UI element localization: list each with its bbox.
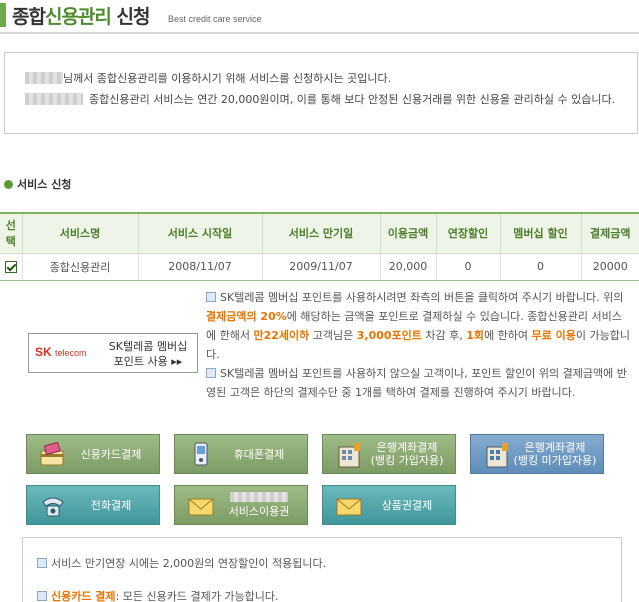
table-header-row: 선택 서비스명 서비스 시작일 서비스 만기일 이용금액 연장할인 멤버십 할인… xyxy=(0,212,639,253)
service-name-cell: 종합신용관리 xyxy=(21,252,138,281)
column-header: 서비스 시작일 xyxy=(137,212,262,253)
description-paragraph-2: SK텔레콤 멤버십 포인트를 사용하지 않으실 고객이나, 포인트 할인이 위의… xyxy=(206,367,627,399)
sk-membership-point-button[interactable]: SK telecom SK텔레콤 멤버십 포인트 사용 ▸▸ xyxy=(28,333,198,373)
envelope-icon xyxy=(188,498,214,516)
payment-label: 서비스이용권 xyxy=(215,486,303,524)
select-cell xyxy=(0,252,22,281)
column-header: 서비스명 xyxy=(21,212,138,253)
payment-label: 신용카드결제 xyxy=(80,447,142,461)
note-item: 신용카드 결제: 모든 신용카드 결제가 가능합니다. xyxy=(37,587,607,602)
page-title: 종합신용관리 신청 xyxy=(12,6,150,28)
title-accent-bar xyxy=(0,3,6,27)
payment-label: 전화결제 xyxy=(90,498,132,512)
start-date-cell: 2008/11/07 xyxy=(137,252,262,281)
total-amount-cell: 20000 xyxy=(580,252,639,281)
masked-brand-name xyxy=(229,492,288,502)
phone-payment-button[interactable]: 전화결제 xyxy=(26,485,160,525)
page-subtitle: Best credit care service xyxy=(168,14,262,24)
payment-label: 상품권결제 xyxy=(381,498,433,512)
column-header: 멤버십 할인 xyxy=(499,212,581,253)
end-date-cell: 2009/11/07 xyxy=(261,252,380,281)
mobile-payment-button[interactable]: 휴대폰결제 xyxy=(174,434,308,474)
intro-box: 님께서 종합신용관리를 이용하시기 위해 서비스를 신청하시는 곳입니다. 종합… xyxy=(4,52,638,134)
sk-button-label: SK텔레콤 멤버십 포인트 사용 ▸▸ xyxy=(108,340,188,368)
credit-card-icon xyxy=(40,442,64,466)
payment-label: 휴대폰결제 xyxy=(233,447,285,461)
intro-line-1: 님께서 종합신용관리를 이용하시기 위해 서비스를 신청하시는 곳입니다. xyxy=(25,68,617,89)
column-header: 이용금액 xyxy=(379,212,436,253)
payment-label: 은행계좌결제 (뱅킹 미가입자용) xyxy=(513,441,597,467)
column-header: 연장할인 xyxy=(435,212,500,253)
page-header: 종합신용관리 신청 Best credit care service xyxy=(0,0,639,36)
bank-transfer-nonmember-button[interactable]: 은행계좌결제 (뱅킹 미가입자용) xyxy=(470,434,604,474)
extension-discount-cell: 0 xyxy=(435,252,500,281)
section-title: 서비스 신청 xyxy=(4,176,71,192)
column-header: 결제금액 xyxy=(580,212,639,253)
mobile-phone-icon xyxy=(194,442,208,466)
telephone-icon xyxy=(42,497,64,517)
bullet-square-icon xyxy=(206,368,216,378)
amount-cell: 20,000 xyxy=(379,252,436,281)
masked-username xyxy=(25,93,83,105)
table-row: 종합신용관리 2008/11/07 2009/11/07 20,000 0 0 … xyxy=(0,252,639,281)
bullet-square-icon xyxy=(37,558,47,568)
column-header: 서비스 만기일 xyxy=(261,212,380,253)
payment-label: 은행계좌결제 (뱅킹 가입자용) xyxy=(370,441,444,467)
membership-description: SK텔레콤 멤버십 포인트를 사용하시려면 좌측의 버튼을 클릭하여 주시기 바… xyxy=(206,288,630,402)
bank-building-icon xyxy=(338,443,360,468)
envelope-icon xyxy=(336,498,362,516)
credit-card-payment-button[interactable]: 신용카드결제 xyxy=(26,434,160,474)
membership-discount-cell: 0 xyxy=(499,252,581,281)
bullet-dot-icon xyxy=(4,180,13,189)
bullet-square-icon xyxy=(37,591,47,601)
sk-telecom-logo: SK telecom xyxy=(35,345,87,359)
bank-transfer-member-button[interactable]: 은행계좌결제 (뱅킹 가입자용) xyxy=(322,434,456,474)
select-checkbox[interactable] xyxy=(4,261,17,273)
bullet-square-icon xyxy=(206,292,216,302)
header-divider xyxy=(0,32,639,34)
note-item: 서비스 만기연장 시에는 2,000원의 연장할인이 적용됩니다. xyxy=(37,554,607,574)
bank-building-icon xyxy=(486,443,508,468)
service-voucher-button[interactable]: 서비스이용권 xyxy=(174,485,308,525)
column-header: 선택 xyxy=(0,212,22,253)
masked-username xyxy=(25,72,63,84)
service-table: 선택 서비스명 서비스 시작일 서비스 만기일 이용금액 연장할인 멤버십 할인… xyxy=(0,212,639,281)
description-paragraph-1: SK텔레콤 멤버십 포인트를 사용하시려면 좌측의 버튼을 클릭하여 주시기 바… xyxy=(206,291,630,361)
notes-box: 서비스 만기연장 시에는 2,000원의 연장할인이 적용됩니다. 신용카드 결… xyxy=(22,537,622,602)
intro-line-2: 종합신용관리 서비스는 연간 20,000원이며, 이를 통해 보다 안정된 신… xyxy=(25,89,617,110)
gift-certificate-button[interactable]: 상품권결제 xyxy=(322,485,456,525)
